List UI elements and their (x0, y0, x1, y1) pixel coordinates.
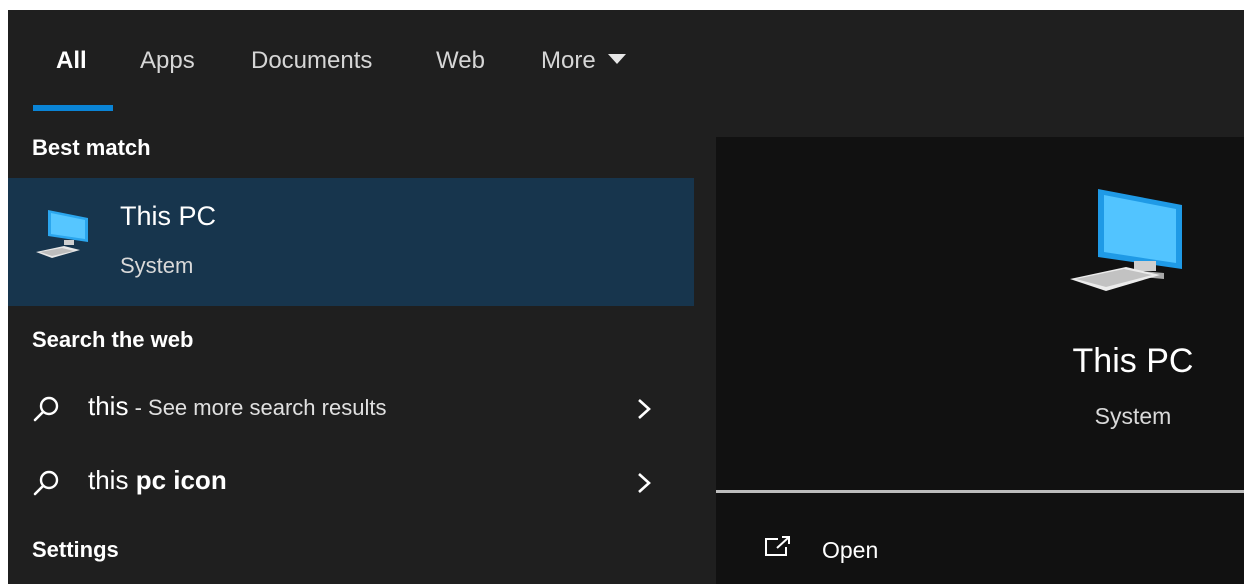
web-result-text: this pc icon (88, 465, 227, 496)
filter-tabs: All Apps Documents Web More (8, 10, 1244, 113)
best-match-subtitle: System (120, 253, 194, 278)
best-match-item[interactable]: This PC System (8, 178, 694, 306)
tab-all[interactable]: All (56, 46, 87, 76)
search-icon (33, 396, 59, 422)
chevron-right-icon[interactable] (636, 397, 652, 421)
search-icon (33, 470, 59, 496)
preview-pane: This PC System Open (694, 113, 1244, 584)
computer-icon (36, 210, 88, 258)
preview-card: This PC System Open (716, 137, 1244, 584)
web-result-suffix: - See more search results (128, 395, 387, 420)
active-tab-indicator (33, 105, 113, 111)
chevron-right-icon[interactable] (636, 471, 652, 495)
web-result-bold: pc icon (135, 465, 227, 495)
preview-divider (716, 490, 1244, 493)
caret-down-icon (607, 54, 626, 64)
section-settings: Settings (32, 537, 119, 562)
preview-subtitle: System (1094, 403, 1172, 429)
tab-more[interactable]: More (541, 46, 626, 76)
computer-icon (1070, 189, 1182, 291)
results-list: Best match This PC System Search the web… (8, 113, 694, 584)
section-best-match: Best match (32, 135, 151, 160)
web-result-this[interactable]: this - See more search results (8, 377, 694, 441)
tab-web[interactable]: Web (436, 46, 485, 76)
search-window: All Apps Documents Web More Best match T… (8, 10, 1244, 584)
open-action[interactable]: Open (716, 517, 1244, 577)
tab-documents[interactable]: Documents (251, 46, 372, 76)
best-match-title: This PC (120, 201, 217, 231)
web-result-this-pc-icon[interactable]: this pc icon (8, 451, 694, 515)
open-external-icon (765, 536, 790, 556)
section-search-web: Search the web (32, 327, 194, 352)
web-result-text: this - See more search results (88, 391, 386, 422)
web-result-term: this (88, 391, 129, 421)
web-result-prefix: this (88, 465, 136, 495)
tab-more-label: More (541, 47, 596, 74)
tab-apps[interactable]: Apps (140, 46, 195, 76)
preview-title: This PC (1072, 342, 1194, 380)
open-label: Open (822, 537, 879, 563)
